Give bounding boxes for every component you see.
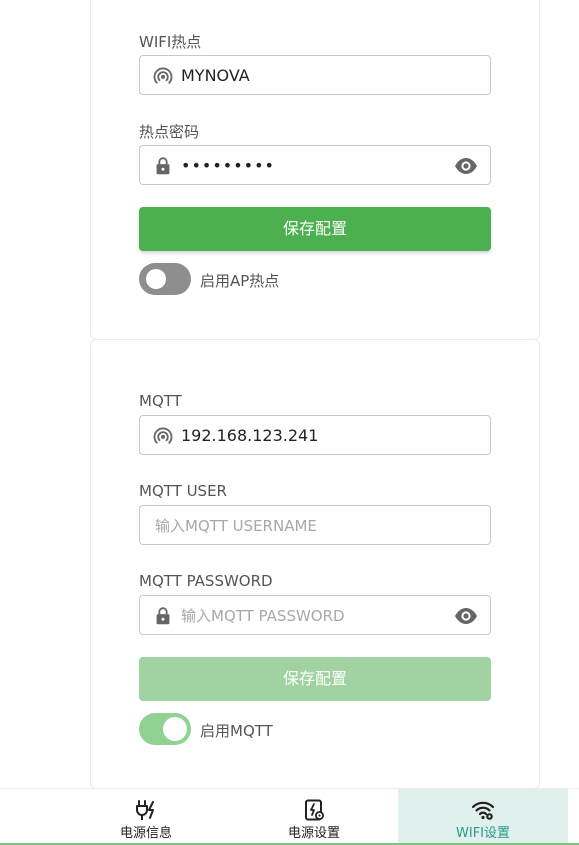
mqtt-server-value: 192.168.123.241	[181, 426, 319, 445]
toggle-knob	[146, 269, 166, 289]
ssid-label: WIFI热点	[139, 33, 202, 51]
mqtt-server-label: MQTT	[139, 392, 182, 410]
nav-item-power-info[interactable]: 电源信息	[61, 789, 231, 844]
hotspot-password-field[interactable]: •••••••••	[139, 145, 491, 185]
lock-icon	[156, 607, 170, 625]
nav-label-power-settings: 电源设置	[287, 826, 340, 841]
wifi-settings-icon	[471, 801, 495, 820]
ap-hotspot-toggle-label: 启用AP热点	[200, 272, 280, 290]
lock-icon	[156, 157, 170, 175]
toggle-knob	[163, 717, 187, 741]
mqtt-save-button[interactable]: 保存配置	[139, 657, 491, 701]
mqtt-toggle-label: 启用MQTT	[200, 722, 273, 740]
hotspot-password-value: •••••••••	[181, 156, 275, 175]
mqtt-password-label: MQTT PASSWORD	[139, 572, 273, 590]
bottom-nav: 电源信息 电源设置 WIFI设置	[0, 788, 579, 845]
nav-item-wifi-settings[interactable]: WIFI设置	[398, 789, 568, 844]
nav-item-power-settings[interactable]: 电源设置	[229, 789, 399, 844]
eye-icon[interactable]	[454, 156, 478, 176]
mqtt-toggle[interactable]	[139, 713, 191, 745]
wifi-settings-page: WIFI热点 MYNOVA 热点密码 ••••••••• 保存配置 启用AP热点…	[0, 0, 579, 845]
mqtt-password-field[interactable]: 输入MQTT PASSWORD	[139, 595, 491, 635]
mqtt-user-placeholder: 输入MQTT USERNAME	[155, 517, 317, 535]
mqtt-user-field[interactable]: 输入MQTT USERNAME	[139, 505, 491, 545]
ssid-value: MYNOVA	[181, 66, 250, 85]
mqtt-server-field[interactable]: 192.168.123.241	[139, 415, 491, 455]
mqtt-password-placeholder: 输入MQTT PASSWORD	[181, 607, 345, 625]
eye-icon[interactable]	[454, 606, 478, 626]
mqtt-user-label: MQTT USER	[139, 482, 227, 500]
hotspot-icon	[153, 67, 173, 84]
ssid-field[interactable]: MYNOVA	[139, 55, 491, 95]
nav-label-power-info: 电源信息	[119, 826, 172, 841]
power-plug-icon	[136, 800, 154, 820]
hotspot-icon	[153, 427, 173, 444]
hotspot-save-button[interactable]: 保存配置	[139, 207, 491, 251]
hotspot-password-label: 热点密码	[139, 123, 200, 141]
nav-label-wifi-settings: WIFI设置	[456, 826, 510, 841]
ap-hotspot-toggle[interactable]	[139, 263, 191, 295]
power-settings-icon	[305, 799, 324, 821]
